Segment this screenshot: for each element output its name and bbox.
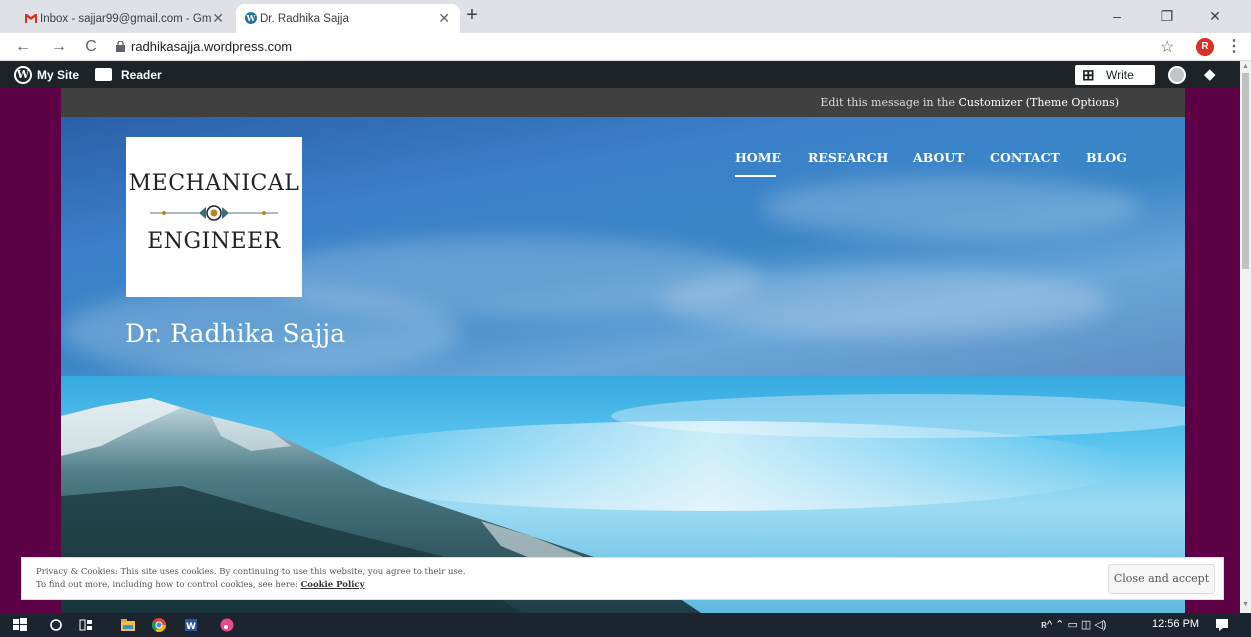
site-title[interactable]: Dr. Radhika Sajja <box>125 319 345 348</box>
customizer-link[interactable]: Customizer (Theme Options) <box>959 96 1120 109</box>
back-button[interactable]: ← <box>12 36 34 58</box>
svg-text:W: W <box>186 622 196 632</box>
scrollbar-thumb[interactable] <box>1242 73 1249 269</box>
itunes-icon[interactable] <box>219 617 235 633</box>
user-avatar[interactable] <box>1168 66 1186 84</box>
tab-label: Inbox - sajjar99@gmail.com - Gm <box>40 12 212 25</box>
scroll-down-arrow-icon[interactable]: ▼ <box>1242 601 1249 608</box>
write-button[interactable]: ⊞ Write <box>1075 65 1155 85</box>
tab-label: Dr. Radhika Sajja <box>260 12 349 25</box>
close-window-button[interactable]: ✕ <box>1200 4 1230 28</box>
tab-wordpress[interactable]: W Dr. Radhika Sajja ✕ <box>236 4 460 33</box>
theme-message-bar: Edit this message in the Customizer (The… <box>61 88 1185 117</box>
my-site-link[interactable]: My Site <box>37 68 79 82</box>
nav-home[interactable]: HOME <box>735 150 781 165</box>
word-icon[interactable]: W <box>183 617 199 633</box>
address-bar[interactable]: radhikasajja.wordpress.com <box>131 39 292 54</box>
tab-close-icon[interactable]: ✕ <box>212 10 224 27</box>
write-icon: ⊞ <box>1082 67 1095 84</box>
svg-text:W: W <box>246 13 257 23</box>
page-content: Edit this message in the Customizer (The… <box>0 88 1240 613</box>
reload-button[interactable]: C <box>80 36 102 58</box>
nav-active-underline <box>735 175 776 177</box>
scroll-up-arrow-icon[interactable]: ▲ <box>1242 63 1249 70</box>
cookie-banner: Privacy & Cookies: This site uses cookie… <box>21 557 1224 600</box>
gmail-icon <box>25 14 37 23</box>
windows-start-icon[interactable] <box>12 617 28 633</box>
wp-admin-bar: W My Site Reader ⊞ Write ◆ <box>0 61 1240 88</box>
search-icon[interactable] <box>48 617 64 633</box>
cookie-text-line2: To find out more, including how to contr… <box>36 580 365 590</box>
site-logo[interactable]: MECHANICAL ENGINEER <box>126 137 302 297</box>
restore-button[interactable]: ❐ <box>1152 4 1182 28</box>
forward-button[interactable]: → <box>48 36 70 58</box>
page-scrollbar[interactable]: ▲ ▼ <box>1240 61 1251 613</box>
file-explorer-icon[interactable] <box>120 617 136 633</box>
reader-icon[interactable] <box>95 68 112 81</box>
task-view-icon[interactable] <box>78 617 94 633</box>
new-tab-button[interactable]: + <box>460 4 484 28</box>
minimize-button[interactable]: – <box>1102 4 1132 28</box>
tab-gmail[interactable]: Inbox - sajjar99@gmail.com - Gm ✕ <box>16 4 234 33</box>
gear-ornament-icon <box>150 205 278 221</box>
browser-toolbar: ← → C radhikasajja.wordpress.com ☆ R ⋮ <box>0 33 1251 61</box>
logo-line-1: MECHANICAL <box>128 171 300 196</box>
system-tray[interactable]: ʀ^ ⌃ ▭ ◫ ◁) <box>1041 618 1106 631</box>
tab-strip: Inbox - sajjar99@gmail.com - Gm ✕ W Dr. … <box>0 0 1251 33</box>
reader-link[interactable]: Reader <box>121 68 162 82</box>
windows-taskbar: W ʀ^ ⌃ ▭ ◫ ◁) 12:56 PM <box>0 613 1251 637</box>
wordpress-logo-icon[interactable]: W <box>14 66 32 84</box>
wordpress-icon: W <box>245 12 257 24</box>
nav-contact[interactable]: CONTACT <box>990 150 1060 165</box>
profile-avatar[interactable]: R <box>1196 38 1214 56</box>
browser-menu-icon[interactable]: ⋮ <box>1226 36 1242 56</box>
cookie-policy-link[interactable]: Cookie Policy <box>301 580 365 590</box>
logo-line-2: ENGINEER <box>147 229 281 254</box>
bookmark-star-icon[interactable]: ☆ <box>1160 37 1174 57</box>
tab-close-icon[interactable]: ✕ <box>438 10 450 27</box>
notifications-icon[interactable]: ◆ <box>1204 65 1216 83</box>
taskbar-clock[interactable]: 12:56 PM <box>1152 618 1199 630</box>
action-center-icon[interactable] <box>1214 617 1230 633</box>
close-and-accept-button[interactable]: Close and accept <box>1108 564 1215 594</box>
nav-blog[interactable]: BLOG <box>1086 150 1127 165</box>
cookie-text-prefix: To find out more, including how to contr… <box>36 580 301 590</box>
lock-icon <box>116 41 125 52</box>
nav-about[interactable]: ABOUT <box>913 150 965 165</box>
cookie-text-line1: Privacy & Cookies: This site uses cookie… <box>36 567 466 577</box>
write-label: Write <box>1106 68 1134 82</box>
nav-research[interactable]: RESEARCH <box>808 150 888 165</box>
chrome-icon[interactable] <box>151 617 167 633</box>
theme-message-text: Edit this message in the <box>820 96 959 109</box>
